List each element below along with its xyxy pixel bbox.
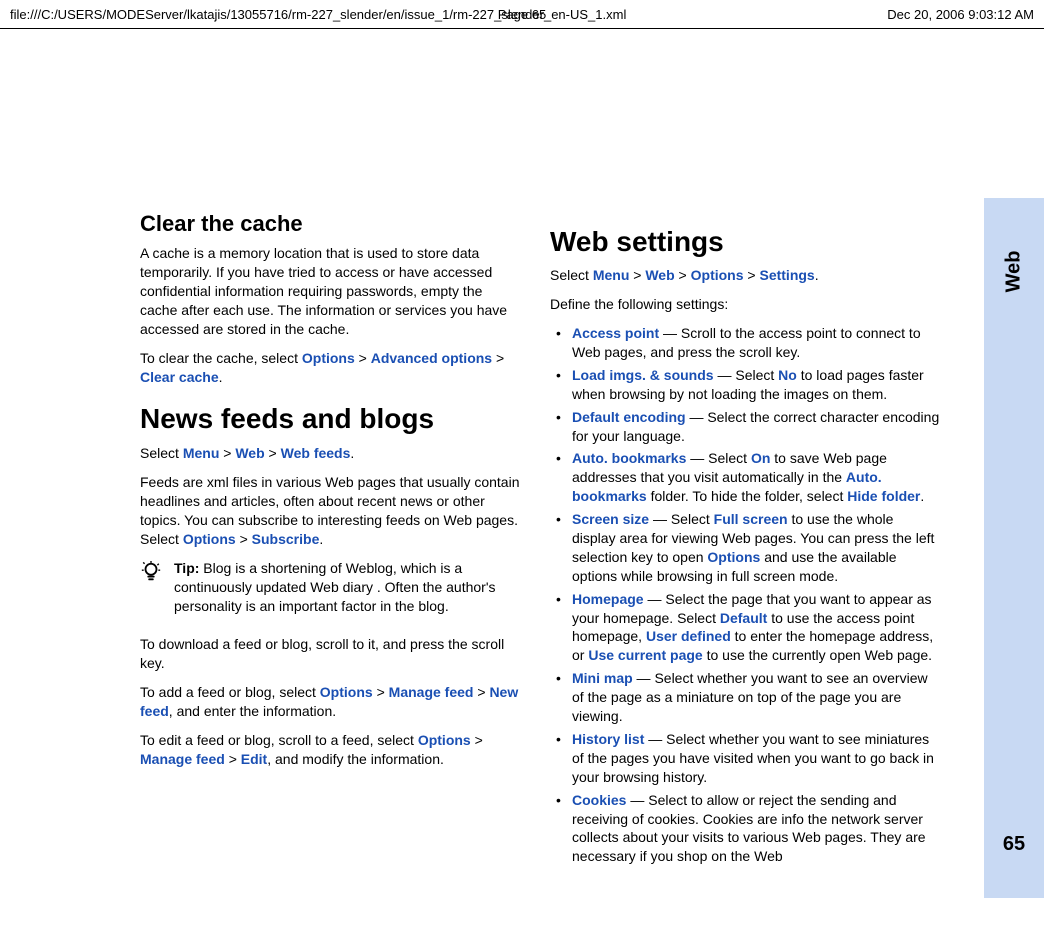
heading-clear-cache: Clear the cache bbox=[140, 209, 520, 239]
feeds-select-path: Select Menu > Web > Web feeds. bbox=[140, 444, 520, 463]
lightbulb-icon bbox=[140, 561, 162, 583]
list-item: Homepage — Select the page that you want… bbox=[550, 590, 940, 666]
define-label: Define the following settings: bbox=[550, 295, 940, 314]
feed-add: To add a feed or blog, select Options > … bbox=[140, 683, 520, 721]
list-item: Load imgs. & sounds — Select No to load … bbox=[550, 366, 940, 404]
content: Clear the cache A cache is a memory loca… bbox=[0, 29, 1044, 929]
settings-list: Access point — Scroll to the access poin… bbox=[550, 324, 940, 866]
clear-cache-howto: To clear the cache, select Options > Adv… bbox=[140, 349, 520, 387]
right-column: Web settings Select Menu > Web > Options… bbox=[550, 209, 940, 889]
web-settings-path: Select Menu > Web > Options > Settings. bbox=[550, 266, 940, 285]
heading-news-feeds: News feeds and blogs bbox=[140, 400, 520, 438]
list-item: Screen size — Select Full screen to use … bbox=[550, 510, 940, 586]
list-item: Auto. bookmarks — Select On to save Web … bbox=[550, 449, 940, 506]
timestamp: Dec 20, 2006 9:03:12 AM bbox=[887, 6, 1034, 24]
list-item: History list — Select whether you want t… bbox=[550, 730, 940, 787]
tip-text: Tip: Blog is a shortening of Weblog, whi… bbox=[174, 559, 520, 616]
list-item: Access point — Scroll to the access poin… bbox=[550, 324, 940, 362]
list-item: Mini map — Select whether you want to se… bbox=[550, 669, 940, 726]
tip-box: Tip: Blog is a shortening of Weblog, whi… bbox=[140, 559, 520, 626]
clear-cache-desc: A cache is a memory location that is use… bbox=[140, 244, 520, 338]
feed-edit: To edit a feed or blog, scroll to a feed… bbox=[140, 731, 520, 769]
feeds-desc: Feeds are xml files in various Web pages… bbox=[140, 473, 520, 549]
print-header: file:///C:/USERS/MODEServer/lkatajis/130… bbox=[0, 0, 1044, 29]
page-label: Page 65 bbox=[498, 6, 546, 24]
left-column: Clear the cache A cache is a memory loca… bbox=[140, 209, 520, 889]
list-item: Cookies — Select to allow or reject the … bbox=[550, 791, 940, 867]
list-item: Default encoding — Select the correct ch… bbox=[550, 408, 940, 446]
heading-web-settings: Web settings bbox=[550, 223, 940, 261]
feed-download: To download a feed or blog, scroll to it… bbox=[140, 635, 520, 673]
